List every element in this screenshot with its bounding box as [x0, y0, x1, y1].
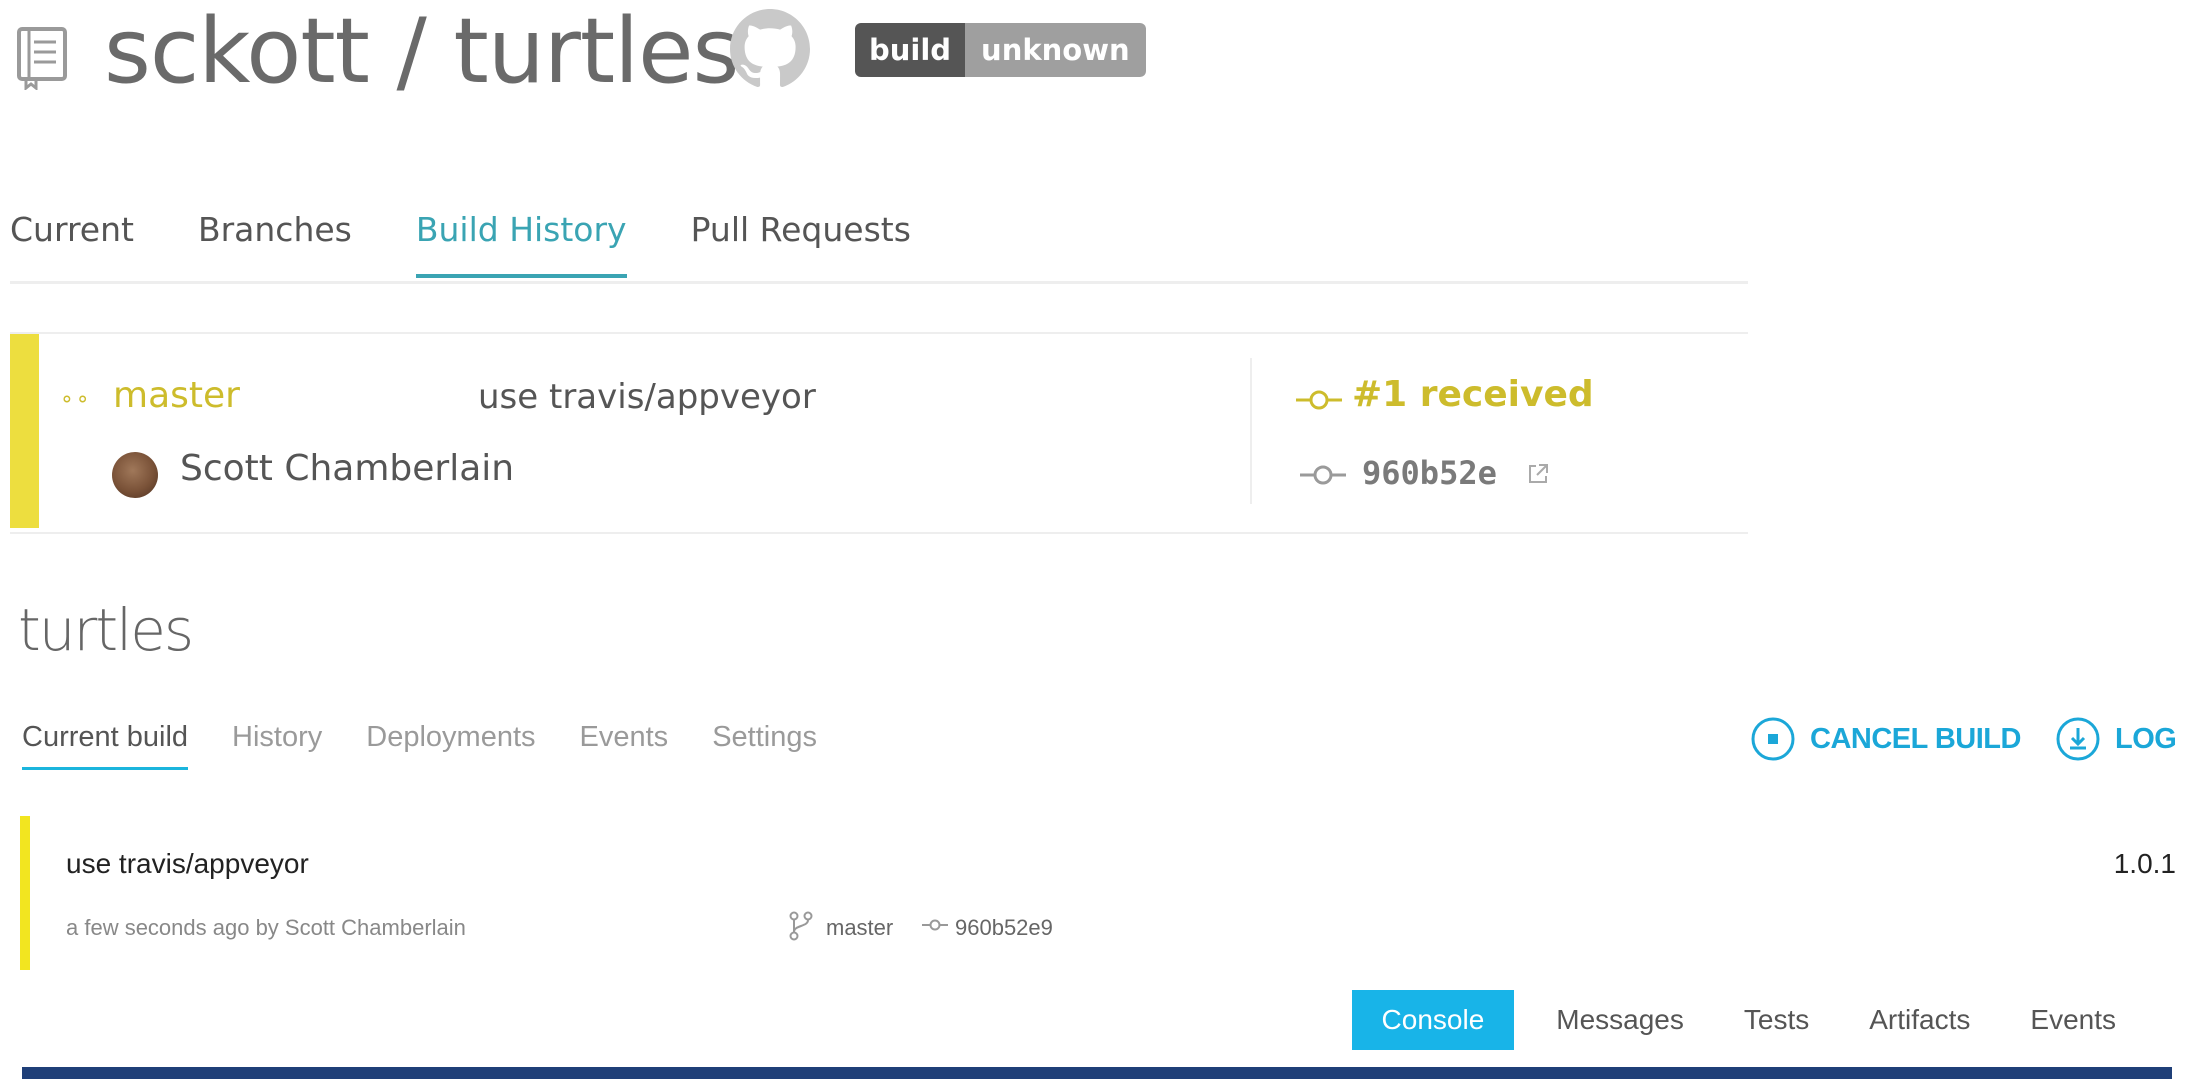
repo-separator: /	[368, 0, 454, 104]
console-panel	[22, 1067, 2172, 1079]
repo-book-icon	[17, 27, 67, 90]
tab-console[interactable]: Console	[1351, 990, 1515, 1050]
badge-label: build	[855, 23, 966, 77]
build-branch[interactable]: master	[113, 375, 240, 416]
appveyor-commit-sha[interactable]: 960b52e9	[955, 915, 1053, 941]
appveyor-branch[interactable]: master	[826, 915, 893, 941]
avatar	[112, 452, 158, 498]
build-detail-tabs: Console Messages Tests Artifacts Events	[1351, 990, 2146, 1050]
build-version: 1.0.1	[2113, 848, 2176, 879]
appveyor-commit-message: use travis/appveyor	[66, 848, 309, 879]
commit-sha[interactable]: 960b52e	[1362, 454, 1497, 492]
github-octocat-icon[interactable]	[730, 9, 810, 89]
build-status-stripe	[20, 816, 30, 970]
tab-artifacts[interactable]: Artifacts	[1839, 990, 2000, 1050]
repo-owner[interactable]: sckott	[104, 0, 370, 104]
cancel-build-label: CANCEL BUILD	[1810, 722, 2021, 755]
tab-history[interactable]: History	[232, 721, 322, 768]
tab-messages[interactable]: Messages	[1526, 990, 1714, 1050]
build-number-status[interactable]: #1 received	[1352, 374, 1594, 415]
git-branch-icon	[789, 911, 813, 941]
commit-icon	[922, 919, 948, 931]
tab-current[interactable]: Current	[10, 210, 134, 275]
tab-build-history[interactable]: Build History	[415, 210, 627, 278]
tab-events[interactable]: Events	[580, 721, 669, 768]
travis-repo-tabs: Current Branches Build History Pull Requ…	[10, 210, 975, 278]
external-link-icon[interactable]	[1526, 462, 1550, 486]
branch-icon: ∘∘	[60, 386, 92, 411]
stop-circle-icon	[1751, 717, 1795, 761]
build-commit-message: use travis/appveyor	[478, 377, 816, 417]
appveyor-project-tabs: Current build History Deployments Events…	[22, 721, 861, 770]
download-circle-icon	[2056, 717, 2100, 761]
tab-branches[interactable]: Branches	[198, 210, 352, 275]
log-label: LOG	[2115, 722, 2177, 755]
build-status-badge[interactable]: build unknown	[855, 23, 1146, 77]
tab-pull-requests[interactable]: Pull Requests	[691, 210, 911, 275]
tab-settings[interactable]: Settings	[712, 721, 817, 768]
build-meta: a few seconds ago by Scott Chamberlain	[66, 915, 466, 940]
project-title: turtles	[18, 596, 194, 664]
tab-current-build[interactable]: Current build	[22, 721, 189, 770]
build-number-icon	[1296, 390, 1342, 410]
tab-build-events[interactable]: Events	[2000, 990, 2146, 1050]
build-status-stripe	[10, 334, 39, 528]
build-row[interactable]	[10, 332, 1748, 534]
log-button[interactable]: LOG	[2055, 716, 2177, 762]
card-divider	[1250, 358, 1252, 504]
build-author: Scott Chamberlain	[180, 448, 515, 489]
tabs-divider	[10, 281, 1748, 284]
cancel-build-button[interactable]: CANCEL BUILD	[1750, 716, 2021, 762]
commit-icon	[1300, 465, 1346, 485]
tab-tests[interactable]: Tests	[1714, 990, 1839, 1050]
repo-title[interactable]: sckott / turtles	[104, 0, 739, 104]
tab-deployments[interactable]: Deployments	[366, 721, 535, 768]
repo-name[interactable]: turtles	[453, 0, 739, 104]
badge-status: unknown	[965, 23, 1146, 77]
